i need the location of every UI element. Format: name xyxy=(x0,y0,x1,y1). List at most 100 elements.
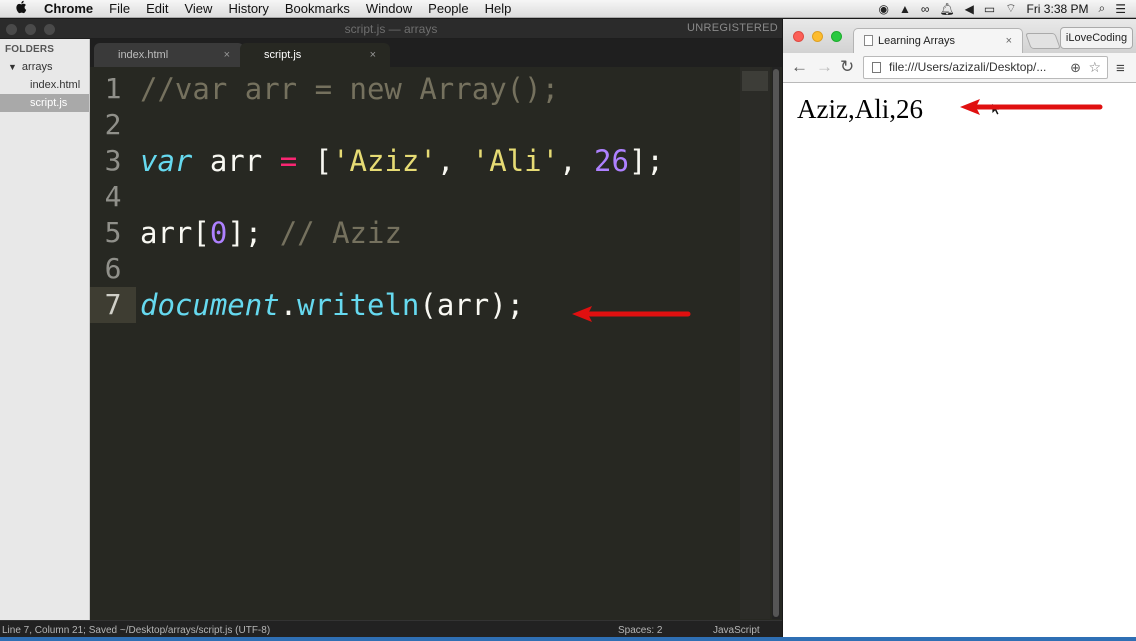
code-keyword: var xyxy=(140,144,193,178)
sidebar-file-script-js[interactable]: script.js xyxy=(0,94,89,112)
dock-edge xyxy=(0,637,1136,641)
bookmark-star-icon[interactable]: ☆ xyxy=(1088,57,1101,78)
address-bar[interactable]: file:///Users/azizali/Desktop/... ⊕ ☆ xyxy=(863,56,1108,79)
menu-view[interactable]: View xyxy=(176,1,220,16)
editor-window-title: script.js — arrays xyxy=(344,22,438,36)
address-url[interactable]: file:///Users/azizali/Desktop/... xyxy=(889,60,1046,74)
code-line-3[interactable]: var arr = ['Aziz', 'Ali', 26]; xyxy=(140,143,664,179)
profile-button[interactable]: iLoveCoding xyxy=(1060,27,1133,49)
browser-window-controls xyxy=(793,31,842,42)
code-area[interactable]: //var arr = new Array(); var arr = ['Azi… xyxy=(136,67,740,619)
tab-label: script.js xyxy=(264,49,302,61)
code-string: 'Ali' xyxy=(471,144,560,178)
page-icon xyxy=(864,35,873,46)
back-arrow-icon[interactable]: ← xyxy=(791,57,808,77)
code-identifier: arr[ xyxy=(140,216,210,250)
folder-label: arrays xyxy=(21,61,53,73)
spotlight-search-icon[interactable]: ⌕ xyxy=(1099,1,1106,16)
vertical-scroll-thumb[interactable] xyxy=(773,69,779,617)
battery-icon[interactable]: ▭ xyxy=(984,2,995,16)
menu-window[interactable]: Window xyxy=(358,1,420,16)
menu-people[interactable]: People xyxy=(420,1,476,16)
code-line-1[interactable]: //var arr = new Array(); xyxy=(140,71,559,107)
browser-toolbar: ← → ↻ file:///Users/azizali/Desktop/... … xyxy=(783,53,1136,83)
menubar-status-area: ◉ ▲ ∞ 🔔︎ ◀ ▭ ⌔ Fri 3:38 PM ⌕ ☰ xyxy=(878,1,1136,16)
code-identifier: arr xyxy=(192,144,280,178)
volume-icon[interactable]: ◀ xyxy=(965,2,974,16)
code-punct: , xyxy=(559,144,595,178)
reload-icon[interactable]: ↻ xyxy=(840,57,854,77)
code-dot: . xyxy=(279,288,298,322)
sublime-editor-window: script.js — arrays UNREGISTERED FOLDERS … xyxy=(0,19,782,641)
sidebar-file-index-html[interactable]: index.html xyxy=(0,76,89,94)
close-tab-icon[interactable]: × xyxy=(224,43,230,67)
editor-titlebar: script.js — arrays UNREGISTERED xyxy=(0,19,782,39)
wifi-icon[interactable]: ⌔ xyxy=(1005,1,1016,16)
apple-menu-icon[interactable] xyxy=(12,0,30,17)
line-number: 2 xyxy=(104,108,122,141)
browser-tab-learning-arrays[interactable]: Learning Arrays × xyxy=(853,28,1023,53)
arrow-annotation-icon xyxy=(960,99,1103,115)
menu-file[interactable]: File xyxy=(101,1,138,16)
code-punct: , xyxy=(436,144,472,178)
code-line-5[interactable]: arr[0]; // Aziz xyxy=(140,215,402,251)
menu-history[interactable]: History xyxy=(220,1,276,16)
code-number: 26 xyxy=(594,144,629,178)
code-string: 'Aziz' xyxy=(332,144,437,178)
minimize-window-button[interactable] xyxy=(812,31,823,42)
notification-center-icon[interactable]: ☰ xyxy=(1115,2,1126,16)
minimap[interactable] xyxy=(740,67,770,619)
folder-disclosure-icon[interactable]: ▼ xyxy=(8,58,17,76)
code-args: (arr); xyxy=(419,288,525,322)
notification-bell-icon[interactable]: 🔔︎ xyxy=(939,2,954,16)
code-comment: //var arr = new Array(); xyxy=(140,72,560,106)
new-tab-button[interactable] xyxy=(1025,33,1061,49)
line-number-gutter: 1 2 3 4 5 6 7 xyxy=(90,67,136,619)
code-line-7[interactable]: document.writeln(arr); xyxy=(140,287,524,323)
editor-sidebar: FOLDERS ▼ arrays index.html script.js xyxy=(0,39,90,621)
minimap-viewport[interactable] xyxy=(742,71,768,91)
tab-script-js[interactable]: script.js × xyxy=(240,43,390,67)
code-number: 0 xyxy=(209,216,228,250)
code-object: document xyxy=(140,288,280,322)
tab-label: index.html xyxy=(118,49,169,61)
creative-cloud-icon[interactable]: ∞ xyxy=(921,2,930,16)
code-function: writeln xyxy=(297,288,420,322)
arrow-annotation-icon xyxy=(572,306,691,322)
menu-app-name[interactable]: Chrome xyxy=(30,1,101,16)
menubar-clock[interactable]: Fri 3:38 PM xyxy=(1026,2,1088,16)
close-tab-icon[interactable]: × xyxy=(370,43,376,67)
forward-arrow-icon[interactable]: → xyxy=(816,57,833,77)
close-tab-icon[interactable]: × xyxy=(1006,29,1012,53)
line-number: 1 xyxy=(104,72,122,105)
code-bracket: ]; xyxy=(628,144,664,178)
record-icon[interactable]: ◉ xyxy=(878,2,888,16)
menu-help[interactable]: Help xyxy=(477,1,520,16)
chrome-menu-icon[interactable]: ≡ xyxy=(1116,60,1125,77)
vertical-scrollbar[interactable] xyxy=(772,67,780,619)
folders-header: FOLDERS xyxy=(5,44,55,55)
menu-bookmarks[interactable]: Bookmarks xyxy=(277,1,358,16)
line-number: 6 xyxy=(104,252,122,285)
mac-menubar: Chrome File Edit View History Bookmarks … xyxy=(0,0,1136,18)
current-line-number: 7 xyxy=(90,287,136,323)
folder-arrays[interactable]: ▼ arrays xyxy=(0,58,89,76)
menu-edit[interactable]: Edit xyxy=(138,1,176,16)
code-bracket: ]; xyxy=(227,216,280,250)
code-operator: = xyxy=(279,144,298,178)
browser-tab-title: Learning Arrays xyxy=(878,35,956,47)
page-icon xyxy=(872,62,881,73)
code-comment: // Aziz xyxy=(279,216,402,250)
line-number: 5 xyxy=(104,216,122,249)
close-window-button[interactable] xyxy=(793,31,804,42)
zoom-window-button[interactable] xyxy=(831,31,842,42)
code-bracket: [ xyxy=(297,144,333,178)
editor-tabbar: index.html × script.js × xyxy=(90,39,782,67)
drive-icon[interactable]: ▲ xyxy=(899,2,911,16)
unregistered-label: UNREGISTERED xyxy=(687,22,778,34)
browser-tabstrip: Learning Arrays × iLoveCoding xyxy=(783,19,1136,53)
line-number: 3 xyxy=(104,144,122,177)
line-number: 4 xyxy=(104,180,122,213)
tab-index-html[interactable]: index.html × xyxy=(94,43,244,67)
zoom-icon[interactable]: ⊕ xyxy=(1070,57,1081,78)
